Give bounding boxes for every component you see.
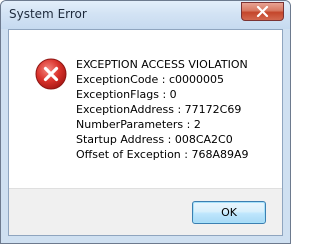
- button-bar: OK: [9, 188, 282, 235]
- message-line-offset: Offset of Exception : 768A89A9: [76, 148, 249, 161]
- message-line-exception-flags: ExceptionFlags : 0: [76, 88, 177, 101]
- title-bar[interactable]: System Error: [1, 1, 290, 29]
- error-icon: [35, 58, 67, 90]
- message-line-heading: EXCEPTION ACCESS VIOLATION: [76, 58, 248, 71]
- close-icon: [256, 6, 269, 17]
- close-button[interactable]: [241, 2, 284, 21]
- window-title: System Error: [9, 7, 87, 21]
- message-line-exception-address: ExceptionAddress : 77172C69: [76, 103, 242, 116]
- message-line-exception-code: ExceptionCode : c0000005: [76, 73, 225, 86]
- error-message: EXCEPTION ACCESS VIOLATION ExceptionCode…: [76, 57, 281, 162]
- message-line-startup-address: Startup Address : 008CA2C0: [76, 133, 233, 146]
- error-dialog-window: System Error EXCEPTION ACCESS VIOLATION …: [0, 0, 291, 244]
- message-line-number-parameters: NumberParameters : 2: [76, 118, 201, 131]
- dialog-content: EXCEPTION ACCESS VIOLATION ExceptionCode…: [8, 29, 283, 236]
- ok-button[interactable]: OK: [192, 201, 266, 224]
